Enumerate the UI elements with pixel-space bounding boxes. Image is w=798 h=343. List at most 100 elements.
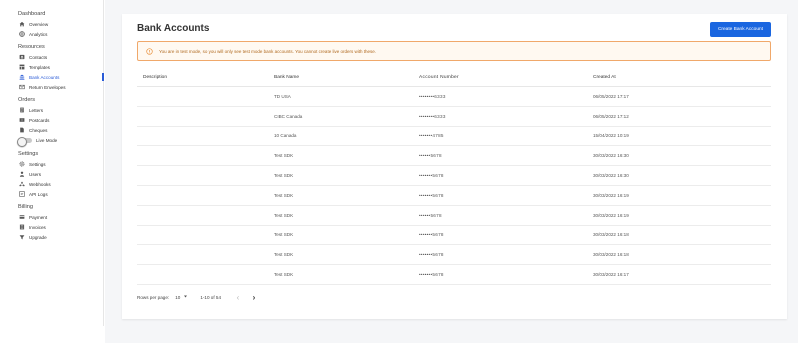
cell-account-number: ••••••5678 (419, 212, 442, 218)
sidebar-item-label: Contacts (29, 54, 48, 60)
section-title-orders: Orders (18, 97, 36, 103)
sidebar-item-templates[interactable]: Templates (0, 62, 103, 72)
sidebar-item-invoices[interactable]: Invoices (0, 222, 103, 232)
cell-created-at: 30/03/2022 16:30 (593, 173, 629, 179)
cell-account-number: ••••••••6333 (419, 113, 446, 119)
invoices-icon (19, 224, 25, 230)
section-title-resources: Resources (18, 44, 45, 50)
bank-accounts-table: Description Bank Name Account Number Cre… (137, 68, 771, 285)
sidebar-item-overview[interactable]: Overview (0, 19, 103, 29)
sidebar-item-label: Payment (29, 214, 48, 220)
cell-bank-name: Test SDK (274, 192, 294, 198)
sidebar-item-label: Cheques (29, 127, 48, 133)
cell-bank-name: Test SDK (274, 252, 294, 258)
sidebar-item-label: Letters (29, 107, 44, 113)
pagination: Rows per page: 10 1-10 of 54 ‹ › (137, 290, 259, 304)
sidebar-item-label: Settings (29, 161, 46, 167)
live-mode-toggle[interactable] (17, 136, 32, 147)
postcards-icon (19, 117, 25, 123)
table-row[interactable]: Test SDK •••••••5678 30/03/2022 16:19 (137, 186, 771, 206)
rows-per-page-select[interactable]: 10 (175, 294, 188, 300)
sidebar-item-payment[interactable]: Payment (0, 212, 103, 222)
cell-created-at: 30/03/2022 16:19 (593, 192, 629, 198)
column-header-description[interactable]: Description (137, 75, 268, 80)
sidebar-item-label: Templates (29, 64, 50, 70)
cell-created-at: 30/03/2022 16:19 (593, 212, 629, 218)
cell-created-at: 30/03/2022 16:17 (593, 272, 629, 278)
sidebar-item-upgrade[interactable]: Upgrade (0, 232, 103, 242)
page-range: 1-10 of 54 (200, 294, 222, 300)
contacts-icon (19, 54, 25, 60)
test-mode-banner: You are in test mode, so you will only s… (137, 41, 771, 61)
sidebar-item-api-logs[interactable]: API Logs (0, 189, 103, 199)
table-row[interactable]: TD USA ••••••••6333 06/05/2022 17:17 (137, 87, 771, 107)
cell-account-number: •••••••5678 (419, 272, 444, 278)
cell-created-at: 30/03/2022 16:18 (593, 252, 629, 258)
sidebar-item-cheques[interactable]: Cheques (0, 125, 103, 135)
cell-bank-name: TD USA (274, 93, 291, 99)
home-icon (19, 21, 25, 27)
letters-icon (19, 107, 25, 113)
sidebar-item-users[interactable]: Users (0, 169, 103, 179)
table-header: Description Bank Name Account Number Cre… (137, 68, 771, 87)
sidebar-item-label: API Logs (29, 191, 48, 197)
banner-text: You are in test mode, so you will only s… (159, 48, 376, 54)
cell-account-number: •••••••5678 (419, 252, 444, 258)
cell-created-at: 30/03/2022 16:18 (593, 232, 629, 238)
create-bank-account-button[interactable]: Create Bank Account (710, 22, 771, 37)
sidebar-item-label: Analytics (29, 31, 48, 37)
sidebar-item-return-envelopes[interactable]: Return Envelopes (0, 82, 103, 92)
cell-created-at: 30/03/2022 16:30 (593, 153, 629, 159)
gear-icon (19, 161, 25, 167)
cell-bank-name: Test SDK (274, 272, 294, 278)
table-row[interactable]: CIBC Canada ••••••••6333 06/05/2022 17:1… (137, 107, 771, 127)
sidebar-item-letters[interactable]: Letters (0, 105, 103, 115)
sidebar-item-label: Invoices (29, 224, 46, 230)
payment-icon (19, 214, 25, 220)
table-row[interactable]: Test SDK •••••••5678 30/03/2022 16:18 (137, 245, 771, 266)
cell-account-number: •••••••5678 (419, 173, 444, 179)
sidebar-item-label: Overview (29, 21, 49, 27)
page-title: Bank Accounts (137, 23, 210, 34)
sidebar-item-settings[interactable]: Settings (0, 159, 103, 169)
next-page-button[interactable]: › (249, 292, 259, 302)
sidebar-item-label: Return Envelopes (29, 84, 66, 90)
api-logs-icon (19, 191, 25, 197)
cell-created-at: 06/05/2022 17:17 (593, 93, 629, 99)
live-mode-row: Live Mode (0, 135, 103, 147)
table-row[interactable]: Test SDK ••••••5678 30/03/2022 16:19 (137, 206, 771, 226)
chevron-left-icon: ‹ (236, 292, 240, 302)
sidebar-item-bank-accounts[interactable]: Bank Accounts (0, 72, 104, 82)
table-row[interactable]: Test SDK •••••••5678 30/03/2022 16:17 (137, 265, 771, 285)
table-row[interactable]: 10 Canada •••••••4785 15/04/2022 10:19 (137, 127, 771, 147)
sidebar-item-webhooks[interactable]: Webhooks (0, 179, 103, 189)
live-mode-label: Live Mode (36, 138, 58, 143)
templates-icon (19, 64, 25, 70)
globe-icon (19, 31, 25, 37)
column-header-account-number[interactable]: Account Number (413, 75, 587, 80)
section-title-settings: Settings (18, 151, 39, 157)
sidebar-item-contacts[interactable]: Contacts (0, 52, 103, 62)
cheques-icon (19, 127, 25, 133)
cell-account-number: ••••••••6333 (419, 93, 446, 99)
sidebar-item-label: Users (29, 171, 41, 177)
chevron-right-icon: › (252, 292, 256, 302)
warning-icon (146, 47, 153, 55)
sidebar-item-analytics[interactable]: Analytics (0, 29, 103, 39)
table-row[interactable]: Test SDK •••••••5678 30/03/2022 16:18 (137, 226, 771, 246)
sidebar-item-label: Bank Accounts (29, 74, 60, 80)
bank-accounts-card: Bank Accounts Create Bank Account You ar… (122, 14, 787, 319)
sidebar-item-label: Postcards (29, 117, 50, 123)
table-row[interactable]: Test SDK ••••••5678 30/03/2022 16:30 (137, 146, 771, 167)
user-icon (19, 171, 25, 177)
cell-account-number: ••••••5678 (419, 153, 442, 159)
column-header-bank-name[interactable]: Bank Name (268, 75, 413, 80)
column-header-created-at[interactable]: Created At (587, 75, 771, 80)
cell-created-at: 06/05/2022 17:12 (593, 113, 629, 119)
table-row[interactable]: Test SDK •••••••5678 30/03/2022 16:30 (137, 166, 771, 186)
previous-page-button[interactable]: ‹ (233, 292, 243, 302)
chevron-down-icon (183, 294, 188, 300)
sidebar-item-postcards[interactable]: Postcards (0, 115, 103, 125)
rows-per-page-value: 10 (175, 294, 181, 300)
sidebar-item-label: Upgrade (29, 234, 47, 240)
